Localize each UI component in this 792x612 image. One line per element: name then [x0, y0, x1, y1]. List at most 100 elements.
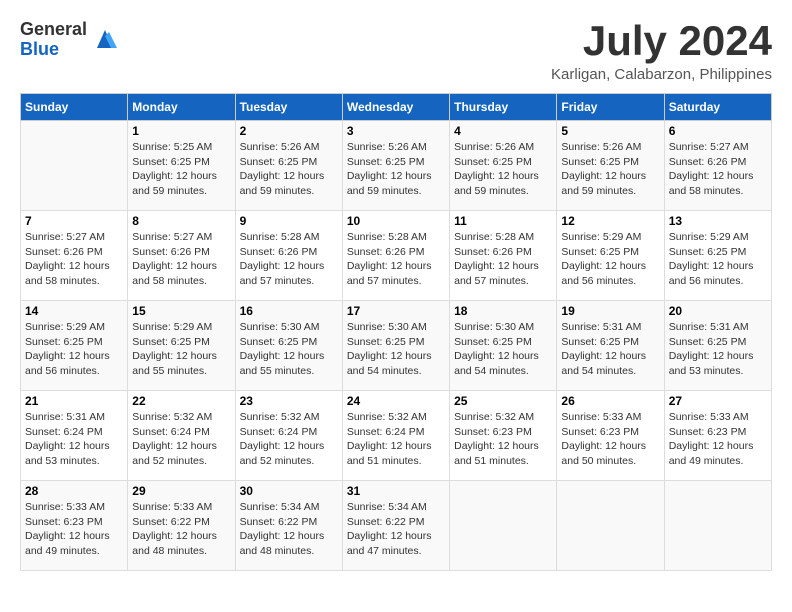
day-info: Sunrise: 5:28 AM Sunset: 6:26 PM Dayligh…: [454, 230, 552, 289]
day-number: 9: [240, 214, 338, 228]
calendar-cell: 29Sunrise: 5:33 AM Sunset: 6:22 PM Dayli…: [128, 481, 235, 571]
day-number: 26: [561, 394, 659, 408]
calendar-cell: 28 Sunrise: 5:33 AM Sunset: 6:23 PM Dayli…: [21, 481, 128, 571]
day-info: Sunrise: 5:32 AM Sunset: 6:24 PM Dayligh…: [240, 410, 338, 469]
day-number: 8: [132, 214, 230, 228]
calendar-cell: 23 Sunrise: 5:32 AM Sunset: 6:24 PM Dayli…: [235, 391, 342, 481]
day-info: Sunrise: 5:29 AM Sunset: 6:25 PM Dayligh…: [25, 320, 123, 379]
calendar-cell: 12 Sunrise: 5:29 AM Sunset: 6:25 PM Dayli…: [557, 211, 664, 301]
day-number: 20: [669, 304, 767, 318]
calendar-week-3: 14 Sunrise: 5:29 AM Sunset: 6:25 PM Dayli…: [21, 301, 772, 391]
calendar-cell: 8 Sunrise: 5:27 AM Sunset: 6:26 PM Daylig…: [128, 211, 235, 301]
day-info: Sunrise: 5:30 AM Sunset: 6:25 PM Dayligh…: [240, 320, 338, 379]
calendar-week-2: 7 Sunrise: 5:27 AM Sunset: 6:26 PM Daylig…: [21, 211, 772, 301]
day-info: Sunrise: 5:29 AM Sunset: 6:25 PM Dayligh…: [561, 230, 659, 289]
logo-general-text: General: [20, 20, 87, 40]
calendar-cell: [664, 481, 771, 571]
day-info: Sunrise: 5:29 AM Sunset: 6:25 PM Dayligh…: [132, 320, 230, 379]
day-info: Sunrise: 5:33 AM Sunset: 6:23 PM Dayligh…: [561, 410, 659, 469]
weekday-header-wednesday: Wednesday: [342, 94, 449, 121]
day-info: Sunrise: 5:31 AM Sunset: 6:25 PM Dayligh…: [561, 320, 659, 379]
day-info: Sunrise: 5:26 AM Sunset: 6:25 PM Dayligh…: [347, 140, 445, 199]
calendar-cell: 22 Sunrise: 5:32 AM Sunset: 6:24 PM Dayli…: [128, 391, 235, 481]
calendar-cell: 9 Sunrise: 5:28 AM Sunset: 6:26 PM Daylig…: [235, 211, 342, 301]
day-info: Sunrise: 5:30 AM Sunset: 6:25 PM Dayligh…: [347, 320, 445, 379]
calendar-cell: 17 Sunrise: 5:30 AM Sunset: 6:25 PM Dayli…: [342, 301, 449, 391]
day-number: 22: [132, 394, 230, 408]
day-number: 17: [347, 304, 445, 318]
calendar-cell: 18 Sunrise: 5:30 AM Sunset: 6:25 PM Dayli…: [450, 301, 557, 391]
day-number: 3: [347, 124, 445, 138]
day-info: Sunrise: 5:32 AM Sunset: 6:24 PM Dayligh…: [132, 410, 230, 469]
calendar-cell: 2 Sunrise: 5:26 AM Sunset: 6:25 PM Daylig…: [235, 121, 342, 211]
day-info: Sunrise: 5:27 AM Sunset: 6:26 PM Dayligh…: [669, 140, 767, 199]
calendar-cell: 16 Sunrise: 5:30 AM Sunset: 6:25 PM Dayli…: [235, 301, 342, 391]
day-info: Sunrise: 5:26 AM Sunset: 6:25 PM Dayligh…: [454, 140, 552, 199]
weekday-header-tuesday: Tuesday: [235, 94, 342, 121]
calendar-week-4: 21 Sunrise: 5:31 AM Sunset: 6:24 PM Dayli…: [21, 391, 772, 481]
day-info: Sunrise: 5:31 AM Sunset: 6:25 PM Dayligh…: [669, 320, 767, 379]
calendar-cell: 5 Sunrise: 5:26 AM Sunset: 6:25 PM Daylig…: [557, 121, 664, 211]
day-number: 16: [240, 304, 338, 318]
day-number: 13: [669, 214, 767, 228]
day-number: 25: [454, 394, 552, 408]
calendar-cell: 3 Sunrise: 5:26 AM Sunset: 6:25 PM Daylig…: [342, 121, 449, 211]
day-info: Sunrise: 5:28 AM Sunset: 6:26 PM Dayligh…: [240, 230, 338, 289]
calendar-cell: [557, 481, 664, 571]
calendar-week-1: 1 Sunrise: 5:25 AM Sunset: 6:25 PM Daylig…: [21, 121, 772, 211]
title-section: July 2024 Karligan, Calabarzon, Philippi…: [551, 20, 772, 83]
day-info: Sunrise: 5:30 AM Sunset: 6:25 PM Dayligh…: [454, 320, 552, 379]
calendar-cell: 13Sunrise: 5:29 AM Sunset: 6:25 PM Dayli…: [664, 211, 771, 301]
calendar-cell: 20 Sunrise: 5:31 AM Sunset: 6:25 PM Dayli…: [664, 301, 771, 391]
calendar-cell: [21, 121, 128, 211]
day-info: Sunrise: 5:27 AM Sunset: 6:26 PM Dayligh…: [132, 230, 230, 289]
day-number: 7: [25, 214, 123, 228]
day-number: 19: [561, 304, 659, 318]
day-info: Sunrise: 5:26 AM Sunset: 6:25 PM Dayligh…: [240, 140, 338, 199]
day-number: 14: [25, 304, 123, 318]
calendar-cell: 24 Sunrise: 5:32 AM Sunset: 6:24 PM Dayli…: [342, 391, 449, 481]
calendar-cell: 1 Sunrise: 5:25 AM Sunset: 6:25 PM Daylig…: [128, 121, 235, 211]
location: Karligan, Calabarzon, Philippines: [551, 66, 772, 83]
calendar-cell: 10 Sunrise: 5:28 AM Sunset: 6:26 PM Dayli…: [342, 211, 449, 301]
day-info: Sunrise: 5:25 AM Sunset: 6:25 PM Dayligh…: [132, 140, 230, 199]
day-info: Sunrise: 5:27 AM Sunset: 6:26 PM Dayligh…: [25, 230, 123, 289]
day-number: 10: [347, 214, 445, 228]
day-info: Sunrise: 5:34 AM Sunset: 6:22 PM Dayligh…: [240, 500, 338, 559]
day-number: 4: [454, 124, 552, 138]
weekday-header-thursday: Thursday: [450, 94, 557, 121]
day-number: 24: [347, 394, 445, 408]
day-number: 15: [132, 304, 230, 318]
day-info: Sunrise: 5:33 AM Sunset: 6:23 PM Dayligh…: [669, 410, 767, 469]
page-header: General Blue July 2024 Karligan, Calabar…: [20, 20, 772, 83]
calendar-cell: 26 Sunrise: 5:33 AM Sunset: 6:23 PM Dayli…: [557, 391, 664, 481]
day-number: 27: [669, 394, 767, 408]
calendar-cell: 21 Sunrise: 5:31 AM Sunset: 6:24 PM Dayli…: [21, 391, 128, 481]
day-info: Sunrise: 5:33 AM Sunset: 6:23 PM Dayligh…: [25, 500, 123, 559]
calendar-cell: 31Sunrise: 5:34 AM Sunset: 6:22 PM Dayli…: [342, 481, 449, 571]
calendar-cell: [450, 481, 557, 571]
calendar-cell: 6Sunrise: 5:27 AM Sunset: 6:26 PM Daylig…: [664, 121, 771, 211]
day-number: 28: [25, 484, 123, 498]
day-info: Sunrise: 5:28 AM Sunset: 6:26 PM Dayligh…: [347, 230, 445, 289]
day-number: 21: [25, 394, 123, 408]
weekday-header-sunday: Sunday: [21, 94, 128, 121]
month-title: July 2024: [551, 20, 772, 62]
day-number: 23: [240, 394, 338, 408]
day-number: 1: [132, 124, 230, 138]
day-number: 18: [454, 304, 552, 318]
day-info: Sunrise: 5:26 AM Sunset: 6:25 PM Dayligh…: [561, 140, 659, 199]
day-number: 2: [240, 124, 338, 138]
calendar-cell: 30Sunrise: 5:34 AM Sunset: 6:22 PM Dayli…: [235, 481, 342, 571]
day-info: Sunrise: 5:31 AM Sunset: 6:24 PM Dayligh…: [25, 410, 123, 469]
day-info: Sunrise: 5:33 AM Sunset: 6:22 PM Dayligh…: [132, 500, 230, 559]
day-info: Sunrise: 5:32 AM Sunset: 6:23 PM Dayligh…: [454, 410, 552, 469]
day-number: 12: [561, 214, 659, 228]
day-number: 11: [454, 214, 552, 228]
calendar-table: SundayMondayTuesdayWednesdayThursdayFrid…: [20, 93, 772, 571]
calendar-cell: 15 Sunrise: 5:29 AM Sunset: 6:25 PM Dayli…: [128, 301, 235, 391]
day-info: Sunrise: 5:32 AM Sunset: 6:24 PM Dayligh…: [347, 410, 445, 469]
calendar-cell: 11 Sunrise: 5:28 AM Sunset: 6:26 PM Dayli…: [450, 211, 557, 301]
day-number: 5: [561, 124, 659, 138]
logo-icon: [91, 26, 119, 54]
